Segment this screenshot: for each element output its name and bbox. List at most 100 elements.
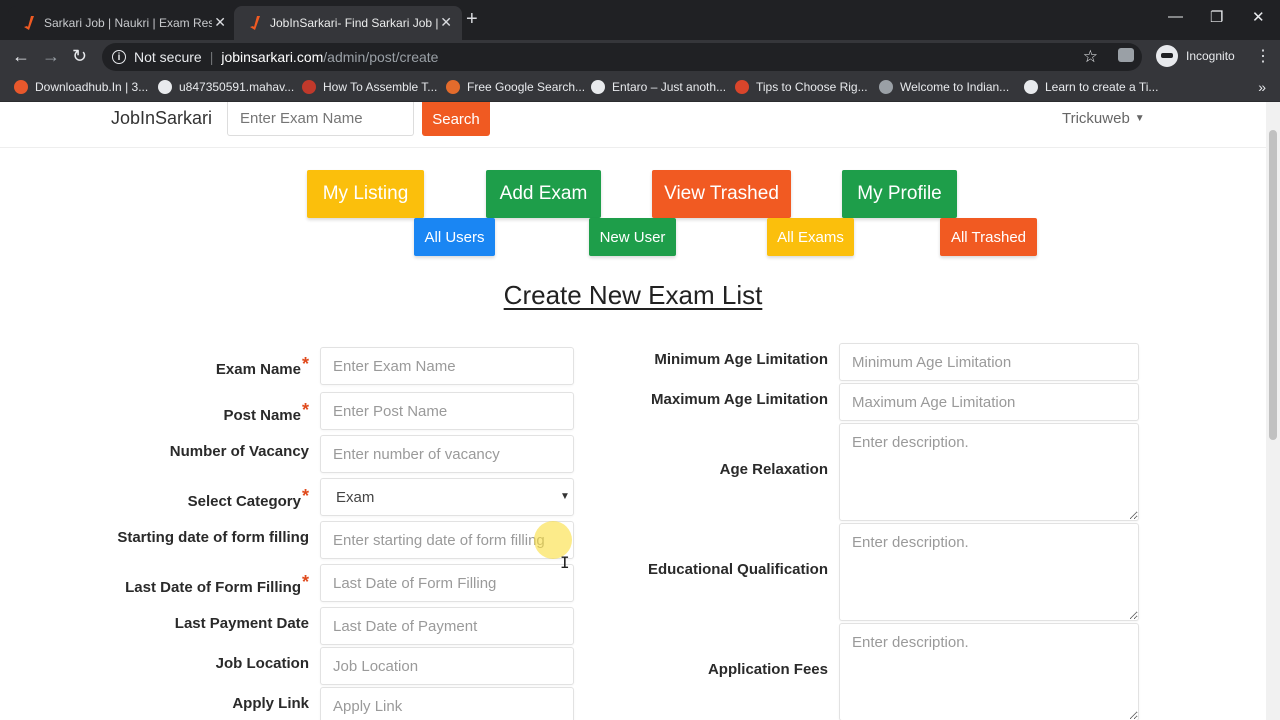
incognito-icon — [1156, 45, 1178, 67]
last-payment-input[interactable] — [320, 607, 574, 645]
required-asterisk: * — [301, 486, 309, 506]
last-payment-label: Last Payment Date — [174, 615, 309, 632]
required-asterisk: * — [301, 400, 309, 420]
max-age-label: Maximum Age Limitation — [651, 391, 828, 408]
scrollbar-thumb[interactable] — [1269, 130, 1277, 440]
bookmark-item[interactable]: Welcome to Indian... — [879, 80, 1009, 94]
globe-icon — [1024, 80, 1038, 94]
bookmark-label: Welcome to Indian... — [900, 80, 1010, 94]
last-date-label: Last Date of Form Filling* — [125, 572, 309, 596]
text-cursor-icon: I — [560, 553, 570, 572]
bookmark-label: How To Assemble T... — [323, 80, 438, 94]
bookmark-item[interactable]: Learn to create a Ti... — [1024, 80, 1158, 94]
incognito-label: Incognito — [1186, 49, 1235, 63]
add-exam-button[interactable]: Add Exam — [486, 170, 601, 218]
url-host: jobinsarkari.com — [221, 49, 324, 65]
close-window-icon[interactable]: ✕ — [1252, 8, 1265, 26]
site-favicon-icon — [22, 15, 36, 31]
view-trashed-button[interactable]: View Trashed — [652, 170, 791, 218]
dropdown-arrow-icon: ▼ — [560, 491, 570, 502]
exam-name-input[interactable] — [320, 347, 574, 385]
exam-search-input[interactable] — [227, 102, 414, 136]
bookmark-item[interactable]: u847350591.mahav... — [158, 80, 294, 94]
more-bookmarks-icon[interactable]: » — [1258, 79, 1266, 95]
tab-close-icon[interactable]: ✕ — [214, 14, 226, 31]
site-favicon-icon — [248, 15, 262, 31]
tab-title: Sarkari Job | Naukri | Exam Result — [44, 16, 212, 30]
url-path: /admin/post/create — [323, 49, 439, 65]
caret-down-icon: ▼ — [1134, 113, 1145, 124]
job-location-input[interactable] — [320, 647, 574, 685]
bookmark-item[interactable]: Free Google Search... — [446, 80, 585, 94]
tab-title: JobInSarkari- Find Sarkari Job | A — [270, 16, 438, 30]
bookmark-label: Learn to create a Ti... — [1045, 80, 1159, 94]
browser-menu-icon[interactable]: ⋮ — [1255, 46, 1271, 66]
bookmark-label: Downloadhub.In | 3... — [35, 80, 149, 94]
site-navbar: JobInSarkari Search Trickuweb ▼ — [0, 102, 1266, 148]
min-age-input[interactable] — [839, 343, 1139, 381]
bookmark-item[interactable]: Entaro – Just anoth... — [591, 80, 726, 94]
page-title: Create New Exam List — [503, 280, 763, 310]
apply-link-label: Apply Link — [232, 695, 309, 712]
required-asterisk: * — [301, 572, 309, 592]
qualification-textarea[interactable] — [839, 523, 1139, 621]
age-relaxation-label: Age Relaxation — [719, 461, 828, 478]
bookmark-item[interactable]: How To Assemble T... — [302, 80, 437, 94]
post-name-input[interactable] — [320, 392, 574, 430]
forward-arrow-icon[interactable]: → — [42, 46, 60, 67]
bookmark-favicon-icon — [14, 80, 28, 94]
tab-close-icon[interactable]: ✕ — [440, 14, 452, 31]
bookmark-label: Entaro – Just anoth... — [612, 80, 727, 94]
vacancy-input[interactable] — [320, 435, 574, 473]
application-fees-textarea[interactable] — [839, 623, 1139, 720]
new-tab-plus-icon[interactable]: + — [466, 8, 478, 31]
restore-icon[interactable]: ❐ — [1210, 8, 1223, 26]
bookmark-star-icon[interactable]: ☆ — [1083, 47, 1098, 67]
globe-icon — [158, 80, 172, 94]
bookmark-label: Free Google Search... — [467, 80, 586, 94]
min-age-label: Minimum Age Limitation — [654, 351, 828, 368]
page-scrollbar[interactable] — [1266, 102, 1280, 720]
back-arrow-icon[interactable]: ← — [12, 46, 30, 67]
bookmark-favicon-icon — [735, 80, 749, 94]
my-profile-button[interactable]: My Profile — [842, 170, 957, 218]
reload-icon[interactable]: ↻ — [72, 46, 87, 67]
search-button[interactable]: Search — [422, 102, 490, 136]
max-age-input[interactable] — [839, 383, 1139, 421]
address-bar[interactable]: i Not secure | jobinsarkari.com/admin/po… — [102, 43, 1142, 71]
post-name-label: Post Name* — [223, 400, 309, 424]
browser-tab-jobinsarkari[interactable]: JobInSarkari- Find Sarkari Job | A ✕ — [234, 6, 462, 40]
user-menu[interactable]: Trickuweb ▼ — [1062, 110, 1145, 127]
start-date-label: Starting date of form filling — [117, 529, 309, 546]
bookmark-favicon-icon — [302, 80, 316, 94]
site-brand[interactable]: JobInSarkari — [111, 108, 212, 129]
bookmark-label: u847350591.mahav... — [179, 80, 295, 94]
all-users-button[interactable]: All Users — [414, 218, 495, 256]
required-asterisk: * — [301, 354, 309, 374]
bookmark-item[interactable]: Tips to Choose Rig... — [735, 80, 868, 94]
browser-tab-sarkari-job[interactable]: Sarkari Job | Naukri | Exam Result ✕ — [8, 6, 236, 40]
job-location-label: Job Location — [215, 655, 309, 672]
apply-link-input[interactable] — [320, 687, 574, 720]
minimize-icon[interactable]: — — [1168, 8, 1183, 25]
browser-toolbar: ← → ↻ i Not secure | jobinsarkari.com/ad… — [0, 40, 1280, 74]
bookmark-favicon-icon — [879, 80, 893, 94]
last-date-input[interactable] — [320, 564, 574, 602]
site-info-icon[interactable]: i — [112, 50, 126, 64]
new-user-button[interactable]: New User — [589, 218, 676, 256]
category-select[interactable]: Exam — [320, 478, 574, 516]
category-label: Select Category* — [187, 486, 309, 510]
user-name: Trickuweb — [1062, 110, 1130, 127]
bookmark-item[interactable]: Downloadhub.In | 3... — [14, 80, 148, 94]
age-relaxation-textarea[interactable] — [839, 423, 1139, 521]
my-listing-button[interactable]: My Listing — [307, 170, 424, 218]
application-fees-label: Application Fees — [707, 661, 828, 678]
exam-name-label: Exam Name* — [215, 354, 309, 378]
all-trashed-button[interactable]: All Trashed — [940, 218, 1037, 256]
bookmarks-bar: Downloadhub.In | 3... u847350591.mahav..… — [0, 74, 1280, 102]
globe-icon — [591, 80, 605, 94]
incognito-indicator[interactable]: Incognito — [1156, 45, 1235, 67]
camera-icon[interactable] — [1118, 48, 1134, 62]
all-exams-button[interactable]: All Exams — [767, 218, 854, 256]
security-status: Not secure — [134, 49, 202, 65]
